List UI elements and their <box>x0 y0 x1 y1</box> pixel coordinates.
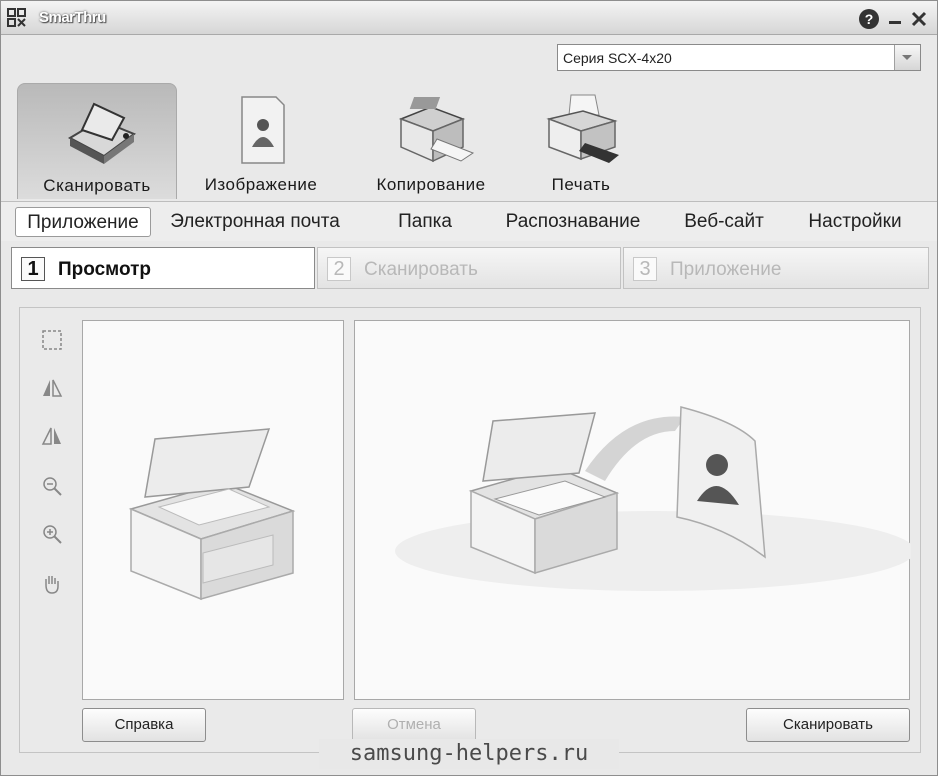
close-icon[interactable] <box>909 9 929 29</box>
device-select[interactable]: Серия SCX-4x20 <box>557 44 921 71</box>
select-area-icon[interactable] <box>40 328 64 352</box>
step-preview[interactable]: 1 Просмотр <box>11 247 315 289</box>
device-select-value: Серия SCX-4x20 <box>563 50 672 66</box>
tab-copy-label: Копирование <box>376 175 486 194</box>
scan-to-app-illustration <box>395 406 915 591</box>
tab-image[interactable]: Изображение <box>181 83 341 199</box>
tab-image-label: Изображение <box>204 175 318 194</box>
flip-horizontal-icon[interactable] <box>40 376 64 400</box>
step-number: 2 <box>327 257 351 281</box>
step-number: 3 <box>633 257 657 281</box>
subtab-folder[interactable]: Папка <box>385 207 465 237</box>
step-application[interactable]: 3 Приложение <box>623 247 929 289</box>
preview-pane <box>82 320 344 700</box>
zoom-in-icon[interactable] <box>40 522 64 546</box>
scan-button[interactable]: Сканировать <box>746 708 910 742</box>
subtab-email[interactable]: Электронная почта <box>157 207 353 237</box>
hand-pan-icon[interactable] <box>40 572 64 596</box>
subtab-settings[interactable]: Настройки <box>795 207 915 237</box>
subtab-ocr[interactable]: Распознавание <box>491 207 655 237</box>
printer-icon <box>546 94 619 163</box>
main-tabs: Сканировать Изображение Копирование Печа… <box>1 83 937 201</box>
result-pane <box>354 320 915 700</box>
title-bar: SmarThru ? <box>1 1 937 35</box>
zoom-out-icon[interactable] <box>40 474 64 498</box>
smarthru-window: SmarThru ? Серия SCX-4x20 Сканировать Из… <box>0 0 938 776</box>
sub-tabs: Приложение Электронная почта Папка Распо… <box>1 201 937 241</box>
step-label: Приложение <box>670 259 782 280</box>
help-icon[interactable]: ? <box>859 9 879 29</box>
tab-print[interactable]: Печать <box>501 83 661 199</box>
app-logo-icon <box>7 8 26 27</box>
minimize-icon[interactable] <box>886 9 904 27</box>
cancel-button[interactable]: Отмена <box>352 708 476 742</box>
scanner-illustration <box>128 428 296 601</box>
subtab-website[interactable]: Веб-сайт <box>673 207 775 237</box>
step-scan[interactable]: 2 Сканировать <box>317 247 621 289</box>
scanner-icon <box>67 102 137 164</box>
step-number: 1 <box>21 257 45 281</box>
watermark: samsung-helpers.ru <box>319 739 619 769</box>
chevron-down-icon[interactable] <box>894 45 920 70</box>
subtab-application[interactable]: Приложение <box>15 207 151 237</box>
step-label: Сканировать <box>364 259 478 280</box>
tab-scan[interactable]: Сканировать <box>17 83 177 199</box>
window-title: SmarThru <box>39 9 106 26</box>
step-label: Просмотр <box>58 259 152 280</box>
steps-bar: 1 Просмотр 2 Сканировать 3 Приложение <box>1 243 937 293</box>
work-area: Справка Отмена Сканировать <box>19 307 921 753</box>
tab-copy[interactable]: Копирование <box>351 83 511 199</box>
tab-print-label: Печать <box>551 175 611 194</box>
copier-icon <box>398 97 475 163</box>
help-button[interactable]: Справка <box>82 708 206 742</box>
tab-scan-label: Сканировать <box>43 176 151 195</box>
flip-vertical-icon[interactable] <box>40 424 64 448</box>
image-icon <box>241 96 285 164</box>
